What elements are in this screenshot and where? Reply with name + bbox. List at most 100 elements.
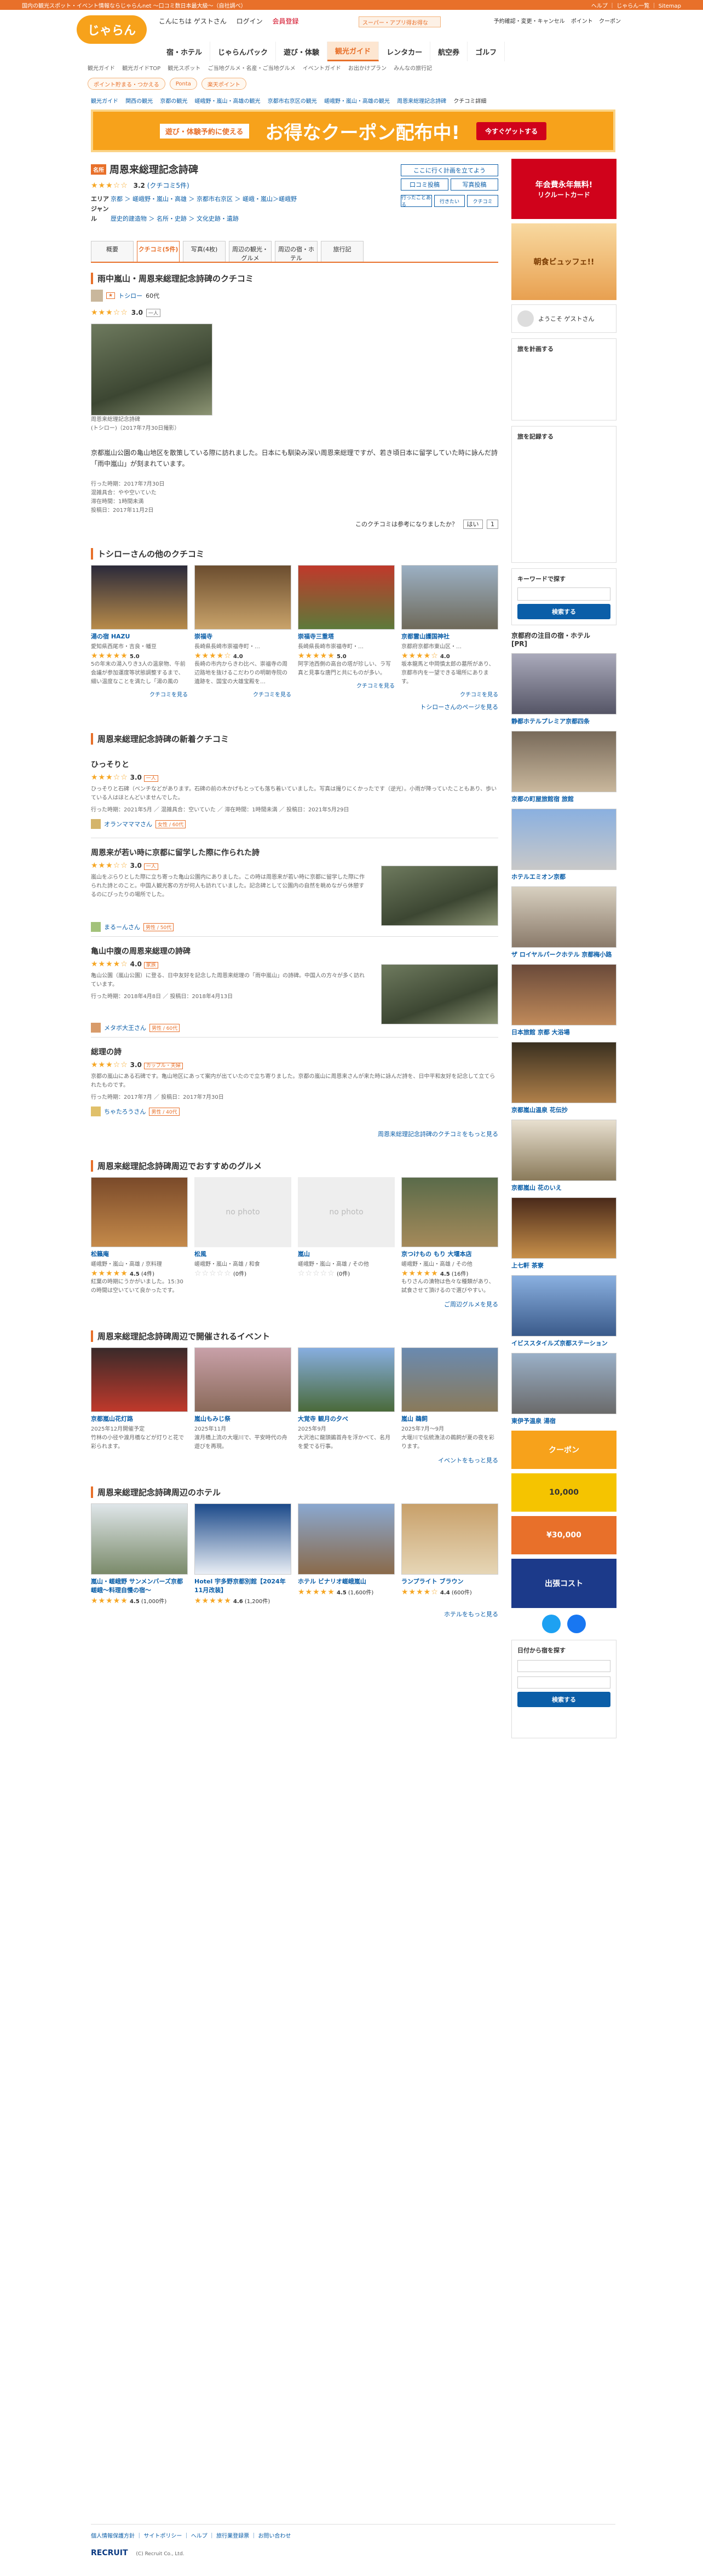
nav-golf[interactable]: ゴルフ: [468, 42, 505, 61]
been-button[interactable]: 行ったことある: [401, 195, 432, 208]
featured-hotel-name[interactable]: 日本旅館 京都 大浴場: [511, 1028, 616, 1036]
subnav-5[interactable]: お出かけプラン: [348, 66, 387, 72]
review-post-button[interactable]: 口コミ投稿: [401, 178, 448, 191]
footer-link[interactable]: 旅行業登録票: [216, 2533, 249, 2539]
spot-review-count[interactable]: (クチコミ5件): [147, 182, 189, 189]
card-name[interactable]: ランプライト ブラウン: [401, 1577, 498, 1586]
card-name[interactable]: 嵐山もみじ祭: [194, 1414, 291, 1423]
breakfast-ad[interactable]: 朝食ビュッフェ!!: [511, 223, 616, 300]
card-name[interactable]: 嵐山: [298, 1249, 395, 1258]
new-review-heading[interactable]: ひっそりと: [91, 759, 498, 770]
tab-overview[interactable]: 概要: [91, 241, 134, 262]
featured-hotel-name[interactable]: 京都嵐山 花のいえ: [511, 1183, 616, 1192]
header-link-points[interactable]: ポイント: [571, 19, 593, 25]
nav-rentacar[interactable]: レンタカー: [379, 42, 431, 61]
featured-hotel[interactable]: 東伊予温泉 湯宿: [511, 1353, 616, 1425]
event-more-link[interactable]: イベントをもっと見る: [91, 1456, 498, 1465]
new-review-heading[interactable]: 総理の詩: [91, 1046, 498, 1057]
card-name[interactable]: ホテル ビナリオ嵯峨嵐山: [298, 1577, 395, 1586]
gourmet-more-link[interactable]: ご周辺グルメを見る: [91, 1300, 498, 1309]
other-review-card[interactable]: 湯の宿 HAZU 愛知県西尾市・吉良・幡豆 ★★★★★ 5.0 5の年末の湯入り…: [91, 565, 188, 698]
review-user[interactable]: トシロー: [118, 291, 142, 300]
breadcrumb-item[interactable]: 京都の観光: [160, 99, 187, 105]
card-name[interactable]: 京都霊山護国神社: [401, 632, 498, 641]
top-bar-links[interactable]: ヘルプ ｜ じゃらん一覧 ｜ Sitemap: [591, 1, 681, 9]
app-promo[interactable]: スーパー・アプリ得お得な: [359, 16, 441, 27]
twitter-icon[interactable]: [542, 1615, 561, 1633]
breadcrumb-item[interactable]: 周恩来総理記念詩碑: [397, 99, 446, 105]
card-more-link[interactable]: クチコミを見る: [298, 681, 395, 689]
cash-ad[interactable]: ¥30,000: [511, 1516, 616, 1554]
tab-photos[interactable]: 写真(4枚): [183, 241, 226, 262]
new-review-heading[interactable]: 周恩来が若い時に京都に留学した際に作られた詩: [91, 847, 498, 858]
subnav-3[interactable]: ご当地グルメ・名産・ご当地グルメ: [208, 66, 296, 72]
area-select[interactable]: [517, 1676, 610, 1688]
tab-reviews[interactable]: クチコミ(5件): [137, 241, 180, 262]
featured-hotel-name[interactable]: ザ ロイヤルパークホテル 京都梅小路: [511, 950, 616, 959]
business-ad[interactable]: 出張コスト: [511, 1559, 616, 1608]
card-name[interactable]: 嵐山 鵜飼: [401, 1414, 498, 1423]
new-review-photo[interactable]: [381, 866, 498, 926]
tab-nearby[interactable]: 周辺の観光・グルメ: [229, 241, 272, 262]
keyword-search-button[interactable]: 検索する: [517, 604, 610, 619]
new-review-user[interactable]: まるーんさん: [104, 923, 140, 931]
area-value[interactable]: 京都 ＞ 嵯峨野・嵐山・高雄 ＞ 京都市右京区 ＞ 嵯峨・嵐山＞嵯峨野: [111, 195, 297, 203]
featured-hotel[interactable]: 京都嵐山温泉 花伝抄: [511, 1042, 616, 1114]
breadcrumb-item[interactable]: 関西の観光: [125, 99, 153, 105]
card-name[interactable]: 崇福寺三重塔: [298, 632, 395, 641]
event-card[interactable]: 大覚寺 観月の夕べ 2025年9月 大沢池に龍頭鷁首舟を浮かべて、名月を愛でる行事。: [298, 1347, 395, 1451]
points-ad[interactable]: 10,000: [511, 1473, 616, 1512]
promo-rakuten[interactable]: 楽天ポイント: [201, 78, 246, 90]
jalan-logo[interactable]: じゃらん: [77, 15, 147, 44]
card-more-link[interactable]: クチコミを見る: [401, 690, 498, 698]
keyword-input[interactable]: [517, 587, 610, 601]
nav-pack[interactable]: じゃらんパック: [210, 42, 276, 61]
promo-ponta[interactable]: Ponta: [169, 78, 197, 90]
hotel-card[interactable]: ランプライト ブラウン ★★★★☆ 4.4 (600件): [401, 1503, 498, 1605]
subnav-1[interactable]: 観光ガイドTOP: [122, 66, 160, 72]
new-review-user[interactable]: メタボ大王さん: [104, 1023, 146, 1032]
gourmet-card[interactable]: no photo 嵐山 嵯峨野・嵐山・高雄 / その他 ☆☆☆☆☆ (0件): [298, 1177, 395, 1295]
featured-hotel[interactable]: 京都の町屋旅館宿 旅館: [511, 731, 616, 803]
featured-hotel-name[interactable]: 京都嵐山温泉 花伝抄: [511, 1105, 616, 1114]
footer-link[interactable]: 個人情報保護方針: [91, 2533, 135, 2539]
featured-hotel[interactable]: 京都嵐山 花のいえ: [511, 1120, 616, 1192]
featured-hotel-name[interactable]: 静都ホテルプレミア京都四条: [511, 717, 616, 725]
plan-title[interactable]: 旅を計画する: [517, 345, 554, 353]
hotel-card[interactable]: 嵐山・嵯峨野 サンメンバーズ京都嵯峨〜料理自慢の宿〜 ★★★★★ 4.5 (1,0…: [91, 1503, 188, 1605]
card-name[interactable]: 京つけもの もり 大堰本店: [401, 1249, 498, 1258]
other-more-link[interactable]: トシローさんのページを見る: [91, 702, 498, 711]
record-title[interactable]: 旅を記録する: [517, 433, 554, 440]
want-button[interactable]: 行きたい: [434, 195, 465, 207]
date-input[interactable]: [517, 1660, 610, 1672]
event-card[interactable]: 嵐山 鵜飼 2025年7月〜9月 大堰川で伝統漁法の鵜飼が夏の夜を彩ります。: [401, 1347, 498, 1451]
featured-hotel-name[interactable]: イビススタイルズ京都ステーション: [511, 1339, 616, 1347]
login-link[interactable]: ログイン: [237, 18, 263, 25]
new-review-photo[interactable]: [381, 964, 498, 1024]
gourmet-card[interactable]: 京つけもの もり 大堰本店 嵯峨野・嵐山・高雄 / その他 ★★★★★ 4.5 (1…: [401, 1177, 498, 1295]
new-review-user[interactable]: ちゃたろうさん: [104, 1107, 146, 1116]
footer-link[interactable]: お問い合わせ: [258, 2533, 291, 2539]
breadcrumb-item[interactable]: 観光ガイド: [91, 99, 118, 105]
featured-hotel-name[interactable]: 上七軒 茶寮: [511, 1261, 616, 1270]
subnav-4[interactable]: イベントガイド: [303, 66, 341, 72]
card-name[interactable]: Hotel 宇多野京都別館【2024年11月改装】: [194, 1577, 291, 1594]
facebook-icon[interactable]: [567, 1615, 586, 1633]
featured-hotel[interactable]: 上七軒 茶寮: [511, 1197, 616, 1270]
featured-hotel[interactable]: 静都ホテルプレミア京都四条: [511, 653, 616, 725]
all-reviews-link[interactable]: 周恩来総理記念詩碑のクチコミをもっと見る: [91, 1129, 498, 1138]
breadcrumb-item[interactable]: 嵯峨野・嵐山・高雄の観光: [195, 99, 261, 105]
subnav-6[interactable]: みんなの旅行記: [394, 66, 432, 72]
card-name[interactable]: 松風: [194, 1249, 291, 1258]
breadcrumb-item[interactable]: 嵯峨野・嵐山・高雄の観光: [324, 99, 390, 105]
date-search-button[interactable]: 検索する: [517, 1692, 610, 1707]
subnav-0[interactable]: 観光ガイド: [88, 66, 115, 72]
hotel-more-link[interactable]: ホテルをもっと見る: [91, 1610, 498, 1618]
card-name[interactable]: 大覚寺 観月の夕べ: [298, 1414, 395, 1423]
featured-hotel[interactable]: ホテルエミオン京都: [511, 809, 616, 881]
hotel-card[interactable]: ホテル ビナリオ嵯峨嵐山 ★★★★★ 4.5 (1,600件): [298, 1503, 395, 1605]
tab-hotels[interactable]: 周辺の宿・ホテル: [275, 241, 318, 262]
header-link-reservation[interactable]: 予約確認・変更・キャンセル: [494, 19, 565, 25]
new-review-user[interactable]: オランマママさん: [104, 820, 152, 828]
nav-air[interactable]: 航空券: [430, 42, 468, 61]
